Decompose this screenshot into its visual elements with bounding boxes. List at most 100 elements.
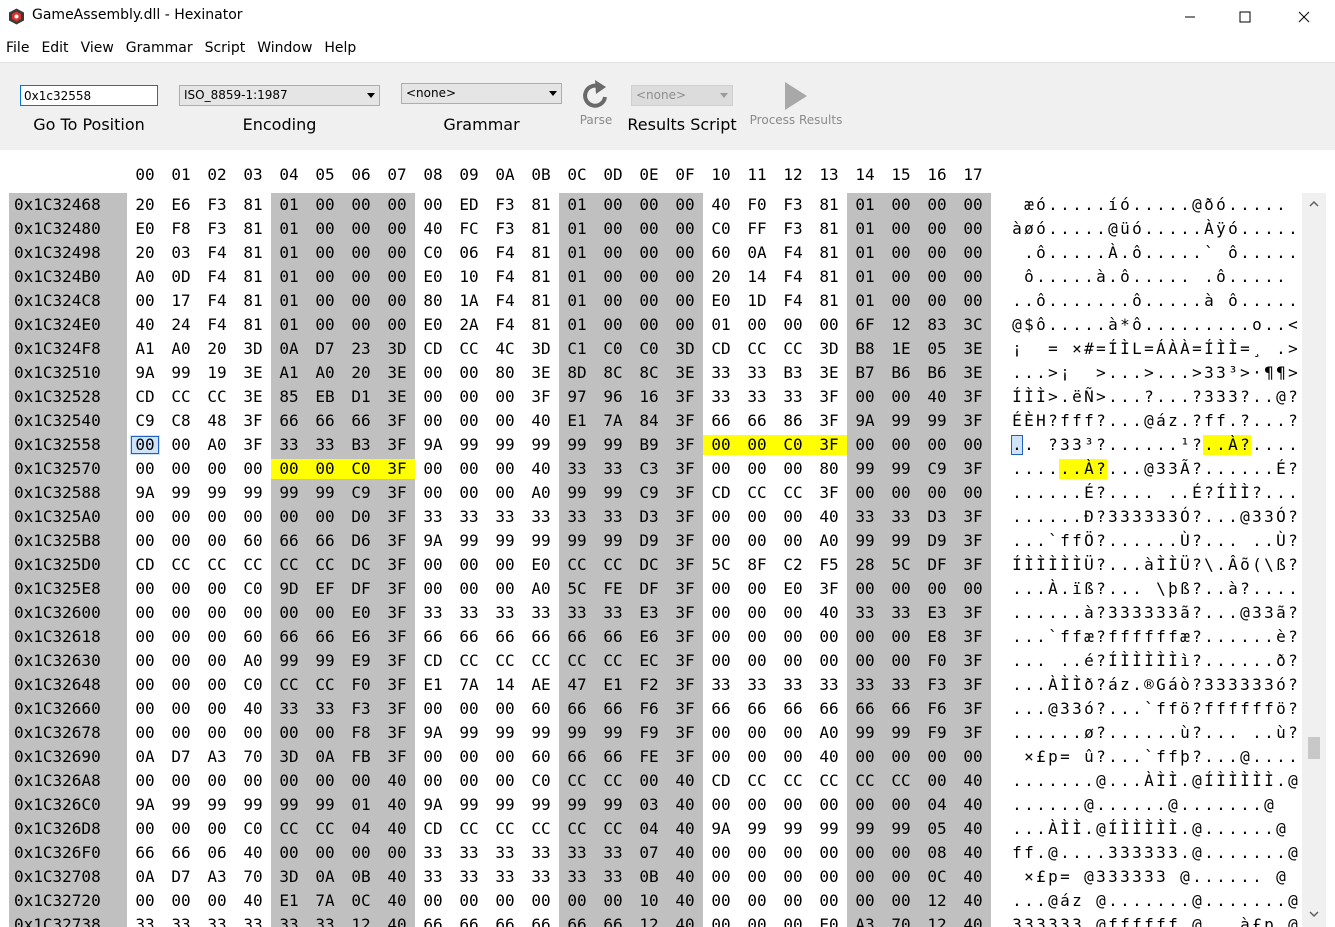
ascii-char[interactable]: ? — [1287, 651, 1299, 671]
hex-byte-cell[interactable]: 00 — [127, 579, 163, 599]
hex-byte-cell[interactable]: 00 — [883, 795, 919, 815]
hex-byte-cell[interactable]: 3F — [379, 747, 415, 767]
ascii-char[interactable]: 3 — [1095, 867, 1107, 887]
hex-byte-cell[interactable]: 99 — [307, 483, 343, 503]
hex-byte-cell[interactable]: 00 — [919, 195, 955, 215]
hex-byte-cell[interactable]: F3 — [487, 219, 523, 239]
ascii-char[interactable] — [1083, 363, 1095, 383]
ascii-char[interactable]: . — [1239, 795, 1251, 815]
ascii-char[interactable]: . — [1119, 435, 1131, 455]
hex-byte-cell[interactable]: 00 — [739, 891, 775, 911]
hex-byte-cell[interactable]: 00 — [883, 843, 919, 863]
hex-byte-cell[interactable]: 3F — [667, 531, 703, 551]
hex-byte-cell[interactable]: 3F — [955, 723, 991, 743]
ascii-char[interactable]: Í — [1203, 339, 1215, 359]
hex-byte-cell[interactable]: 00 — [199, 579, 235, 599]
hex-byte-cell[interactable]: 81 — [523, 219, 559, 239]
hex-byte-cell[interactable]: 66 — [415, 915, 451, 927]
ascii-char[interactable]: . — [1059, 387, 1071, 407]
hex-byte-cell[interactable]: 40 — [667, 795, 703, 815]
ascii-char[interactable]: ò — [1179, 675, 1191, 695]
hex-byte-cell[interactable]: 97 — [559, 387, 595, 407]
hex-byte-cell[interactable]: 00 — [127, 675, 163, 695]
hex-byte-cell[interactable]: 66 — [703, 411, 739, 431]
hex-byte-cell[interactable]: 10 — [451, 267, 487, 287]
hex-byte-cell[interactable]: CC — [559, 819, 595, 839]
hex-byte-cell[interactable]: 7A — [595, 411, 631, 431]
hex-byte-cell[interactable]: 00 — [775, 603, 811, 623]
ascii-char[interactable]: = — [1059, 747, 1071, 767]
hex-byte-cell[interactable]: 00 — [163, 603, 199, 623]
menu-edit[interactable]: Edit — [35, 37, 74, 61]
hex-byte-cell[interactable]: 3F — [667, 483, 703, 503]
ascii-char[interactable]: Ó — [1275, 507, 1287, 527]
ascii-char[interactable]: . — [1023, 651, 1035, 671]
hex-byte-cell[interactable]: 99 — [271, 795, 307, 815]
ascii-char[interactable] — [1191, 267, 1203, 287]
hex-byte-cell[interactable]: 40 — [955, 795, 991, 815]
ascii-char[interactable]: . — [1263, 891, 1275, 911]
hex-byte-cell[interactable]: 01 — [559, 219, 595, 239]
hex-byte-cell[interactable]: 00 — [847, 843, 883, 863]
hex-byte-cell[interactable]: 00 — [667, 267, 703, 287]
hex-byte-cell[interactable]: 3F — [379, 459, 415, 479]
hex-byte-cell[interactable]: 66 — [523, 915, 559, 927]
hex-byte-cell[interactable]: 99 — [559, 435, 595, 455]
hex-byte-cell[interactable]: 00 — [307, 291, 343, 311]
hex-byte-cell[interactable]: 00 — [163, 723, 199, 743]
hex-byte-cell[interactable]: 00 — [631, 267, 667, 287]
hex-byte-cell[interactable]: 99 — [595, 483, 631, 503]
hex-byte-cell[interactable]: 81 — [523, 195, 559, 215]
ascii-char[interactable]: . — [1239, 219, 1251, 239]
hex-byte-cell[interactable]: 00 — [235, 507, 271, 527]
hex-byte-cell[interactable]: 14 — [739, 267, 775, 287]
hex-byte-cell[interactable]: 66 — [559, 627, 595, 647]
ascii-char[interactable]: £ — [1251, 915, 1263, 927]
ascii-char[interactable]: ó — [1035, 219, 1047, 239]
hex-byte-cell[interactable]: 00 — [127, 699, 163, 719]
ascii-char[interactable]: . — [1215, 435, 1227, 455]
ascii-char[interactable]: Ì — [1227, 771, 1239, 791]
hex-byte-cell[interactable]: 00 — [415, 363, 451, 383]
hex-byte-cell[interactable]: 99 — [487, 795, 523, 815]
ascii-char[interactable]: f — [1155, 699, 1167, 719]
ascii-char[interactable]: @ — [1287, 843, 1299, 863]
hex-byte-cell[interactable]: 99 — [199, 483, 235, 503]
ascii-char[interactable]: . — [1227, 411, 1239, 431]
ascii-char[interactable]: . — [1035, 603, 1047, 623]
ascii-char[interactable]: . — [1167, 891, 1179, 911]
ascii-char[interactable]: . — [1119, 243, 1131, 263]
hex-byte-cell[interactable]: 00 — [163, 627, 199, 647]
ascii-char[interactable]: . — [1179, 267, 1191, 287]
ascii-char[interactable]: ó — [1035, 195, 1047, 215]
ascii-char[interactable]: . — [1035, 699, 1047, 719]
hex-byte-cell[interactable]: 00 — [163, 459, 199, 479]
hex-byte-cell[interactable]: 3E — [379, 363, 415, 383]
hex-byte-cell[interactable]: 40 — [379, 771, 415, 791]
ascii-char[interactable]: . — [1203, 795, 1215, 815]
ascii-char[interactable]: . — [1227, 915, 1239, 927]
ascii-char[interactable]: . — [1155, 291, 1167, 311]
hex-byte-cell[interactable]: 00 — [919, 267, 955, 287]
ascii-char[interactable]: Ì — [1035, 387, 1047, 407]
ascii-char[interactable]: . — [1203, 723, 1215, 743]
ascii-text[interactable]: f f. @.... 3 3 3 3 3 3. @....... @ — [1011, 843, 1299, 863]
hex-byte-cell[interactable]: 00 — [343, 315, 379, 335]
ascii-char[interactable]: 3 — [1251, 507, 1263, 527]
hex-byte-cell[interactable]: CC — [775, 339, 811, 359]
ascii-char[interactable]: 3 — [1203, 387, 1215, 407]
ascii-char[interactable]: 3 — [1059, 435, 1071, 455]
hex-byte-cell[interactable]: 66 — [523, 627, 559, 647]
hex-byte-cell[interactable]: 40 — [379, 891, 415, 911]
ascii-char[interactable] — [1239, 723, 1251, 743]
hex-byte-cell[interactable]: 7A — [451, 675, 487, 695]
hex-byte-cell[interactable]: F3 — [919, 675, 955, 695]
hex-byte-cell[interactable]: 84 — [631, 411, 667, 431]
hex-byte-cell[interactable]: CC — [163, 387, 199, 407]
ascii-char[interactable]: f — [1119, 627, 1131, 647]
ascii-text[interactable]: ...... à? 3 3 3 3 3 3 ã?... @3 3 ã? — [1011, 603, 1299, 623]
ascii-char[interactable]: ó — [1215, 195, 1227, 215]
ascii-char[interactable]: . — [1059, 483, 1071, 503]
ascii-char[interactable]: Ì — [1227, 339, 1239, 359]
hex-byte-cell[interactable]: FE — [631, 747, 667, 767]
